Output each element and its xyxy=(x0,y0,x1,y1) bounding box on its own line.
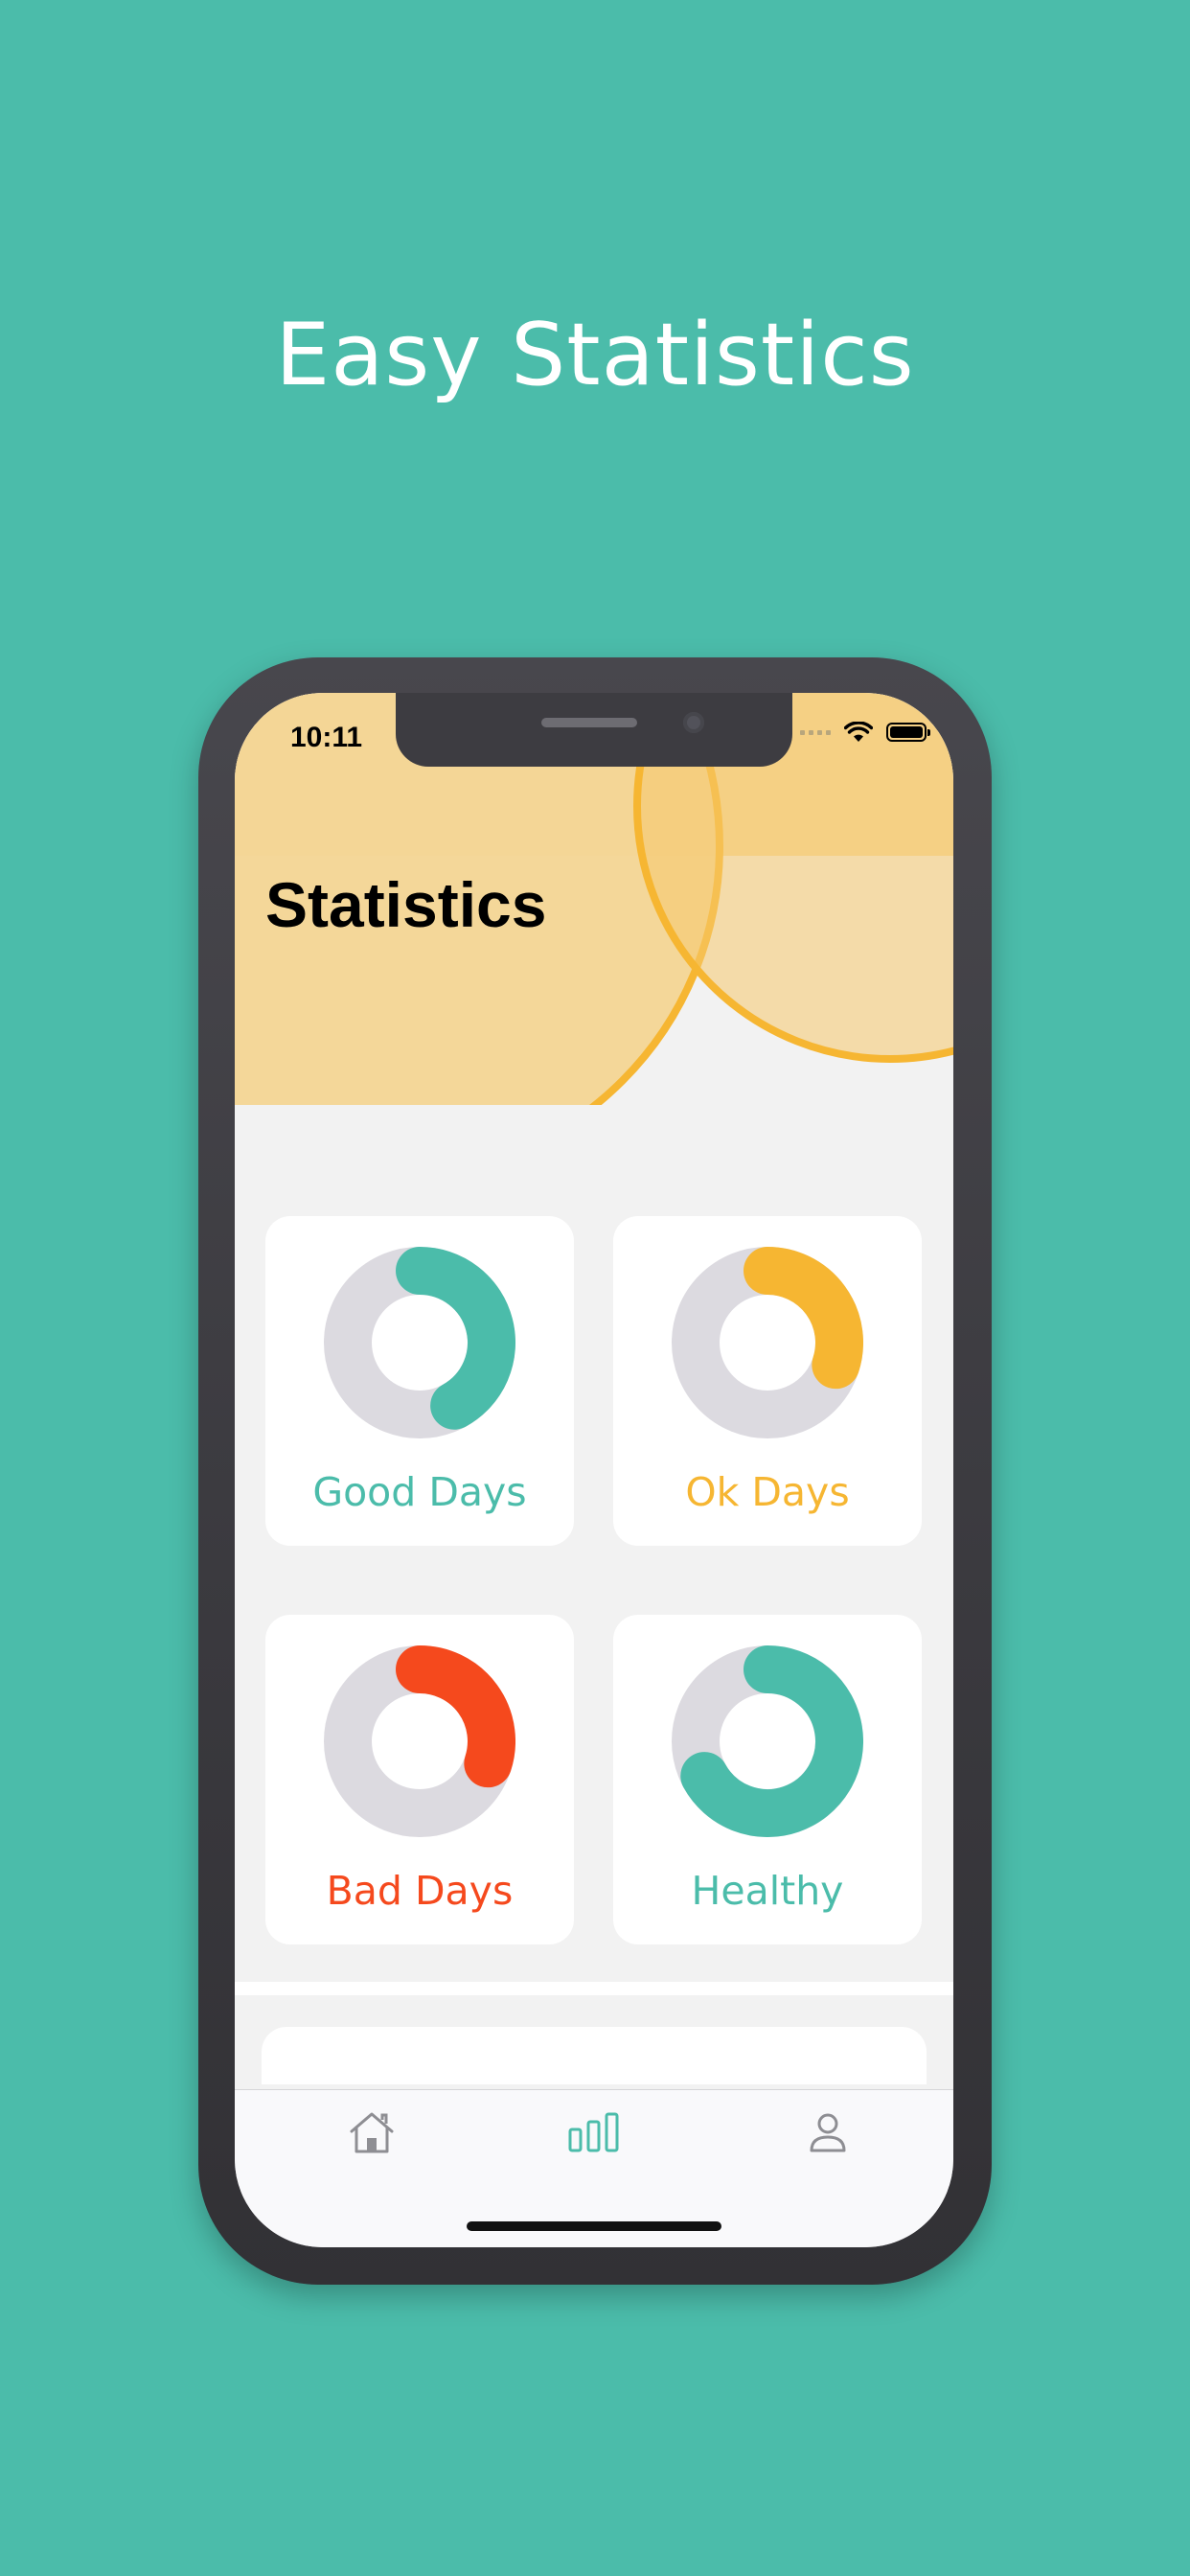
phone-screen: 10:11 Statistics Good Days Ok Days Bad D… xyxy=(235,693,953,2247)
home-icon xyxy=(350,2112,394,2153)
ring-progress xyxy=(744,1247,863,1390)
card-healthy[interactable]: Healthy xyxy=(613,1615,922,1944)
ring-progress xyxy=(396,1645,515,1788)
status-icons xyxy=(800,722,930,743)
camera-icon xyxy=(683,712,704,733)
card-label: Healthy xyxy=(691,1868,844,1914)
wifi-icon xyxy=(844,722,873,742)
ok-days-ring-chart xyxy=(672,1247,863,1438)
card-bad-days[interactable]: Bad Days xyxy=(265,1615,574,1944)
tab-statistics[interactable] xyxy=(561,2104,628,2161)
card-label: Bad Days xyxy=(326,1868,514,1914)
card-ok-days[interactable]: Ok Days xyxy=(613,1216,922,1546)
headline: Easy Statistics xyxy=(275,305,915,405)
battery-icon xyxy=(886,723,930,742)
card-label: Ok Days xyxy=(685,1469,850,1515)
speaker-grille xyxy=(541,718,637,727)
ring-progress xyxy=(396,1247,515,1430)
home-indicator[interactable] xyxy=(467,2221,721,2231)
notch xyxy=(396,693,792,767)
card-label: Good Days xyxy=(312,1469,527,1515)
good-days-ring-chart xyxy=(324,1247,515,1438)
healthy-ring-chart xyxy=(672,1645,863,1837)
page-title: Statistics xyxy=(265,869,547,940)
bar-chart-icon xyxy=(568,2112,619,2152)
section-divider xyxy=(235,1982,953,1995)
tab-home[interactable] xyxy=(338,2104,405,2161)
signal-icon xyxy=(800,729,831,735)
bad-days-ring-chart xyxy=(324,1645,515,1837)
status-time: 10:11 xyxy=(290,722,363,753)
next-card-peek[interactable] xyxy=(262,2027,927,2084)
phone-frame: 10:11 Statistics Good Days Ok Days Bad D… xyxy=(198,657,992,2285)
person-icon xyxy=(810,2113,846,2152)
tab-profile[interactable] xyxy=(794,2104,861,2161)
card-good-days[interactable]: Good Days xyxy=(265,1216,574,1546)
